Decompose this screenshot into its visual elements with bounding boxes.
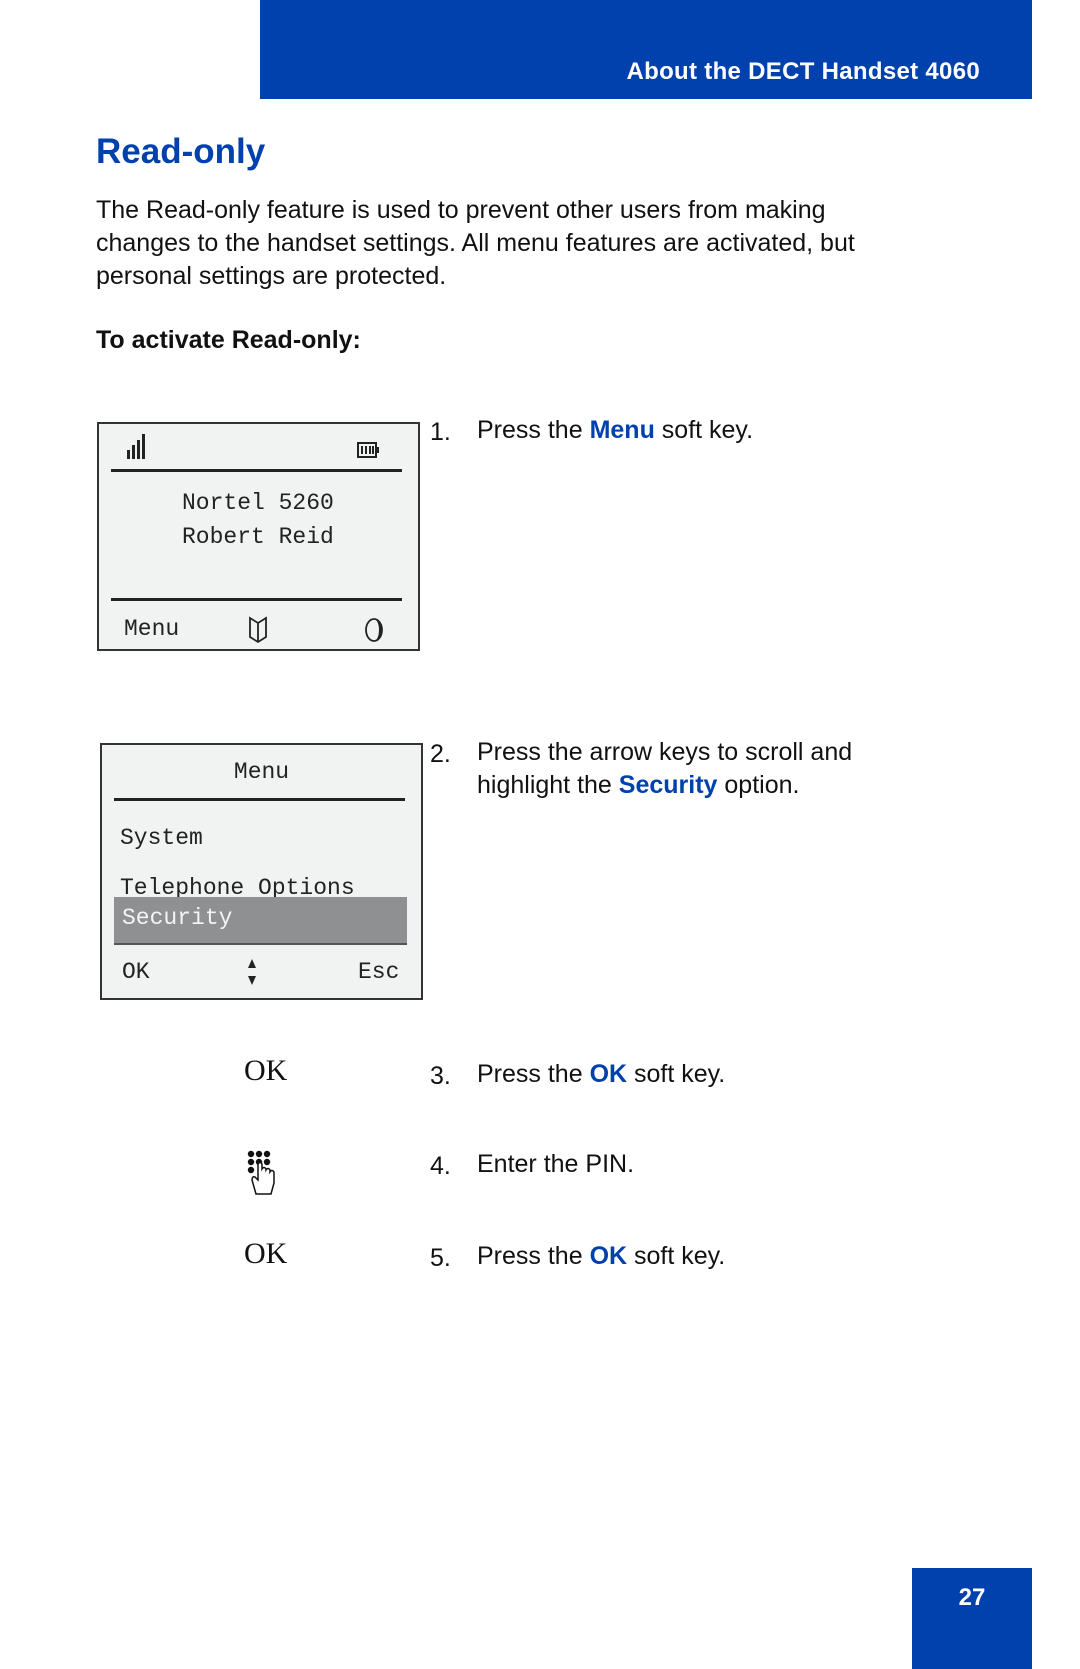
page-number: 27 [958, 1584, 986, 1611]
menu-title: Menu [233, 759, 290, 785]
step-1-number: 1. [430, 418, 451, 446]
step-5-number: 5. [430, 1244, 451, 1272]
step-text-part: soft key. [627, 1060, 726, 1088]
display-line-2: Robert Reid [182, 524, 334, 550]
softkey-reference-menu: Menu [589, 416, 655, 444]
step-3-number: 3. [430, 1062, 451, 1090]
option-reference-security: Security [618, 771, 718, 799]
step-text-part: soft key. [627, 1242, 726, 1270]
step-2-text: Press the arrow keys to scroll and highl… [477, 736, 852, 802]
menu-item-system[interactable]: System [120, 825, 203, 851]
divider [111, 469, 402, 472]
contrast-icon[interactable] [364, 617, 386, 643]
step-2-number: 2. [430, 740, 451, 768]
softkey-reference-ok: OK [589, 1060, 628, 1088]
softkey-reference-ok: OK [589, 1242, 628, 1270]
step-text-part: option. [717, 771, 800, 799]
step-3-text: Press the OK soft key. [477, 1058, 725, 1091]
menu-item-security-selected[interactable]: Security [114, 897, 407, 945]
softkey-menu[interactable]: Menu [124, 616, 179, 642]
step-text-line: Press the arrow keys to scroll and [477, 738, 853, 766]
procedure-heading: To activate Read-only: [96, 326, 361, 354]
intro-line: personal settings are protected. [96, 262, 447, 290]
step-text-part: highlight the [477, 771, 619, 799]
intro-paragraph: The Read-only feature is used to prevent… [96, 194, 956, 293]
handset-menu-screen: Menu System Telephone Options Security O… [100, 743, 423, 1000]
display-line-1: Nortel 5260 [182, 490, 334, 516]
divider [114, 798, 405, 801]
intro-line: changes to the handset settings. All men… [96, 229, 855, 257]
ok-key-glyph: OK [244, 1054, 288, 1087]
up-down-arrow-icon [248, 959, 256, 985]
step-1-text: Press the Menu soft key. [477, 414, 753, 447]
header-band: About the DECT Handset 4060 [260, 0, 1032, 99]
handset-idle-screen: Nortel 5260 Robert Reid Menu [97, 422, 420, 651]
step-text-part: Press the [477, 416, 590, 444]
menu-item-security: Security [122, 905, 233, 931]
softkey-esc[interactable]: Esc [358, 959, 399, 985]
signal-strength-icon [127, 434, 145, 459]
step-4-number: 4. [430, 1152, 451, 1180]
page-number-box: 27 [912, 1568, 1032, 1669]
chapter-title: About the DECT Handset 4060 [626, 58, 980, 85]
battery-icon [357, 442, 379, 458]
divider [111, 598, 402, 601]
step-text-part: Press the [477, 1242, 590, 1270]
phonebook-icon[interactable] [249, 616, 267, 644]
step-text-part: Press the [477, 1060, 590, 1088]
step-text-part: soft key. [654, 416, 754, 444]
intro-line: The Read-only feature is used to prevent… [96, 196, 826, 224]
step-4-text: Enter the PIN. [477, 1150, 635, 1178]
ok-key-glyph: OK [244, 1237, 288, 1270]
keypad-hand-icon [247, 1150, 275, 1195]
step-5-text: Press the OK soft key. [477, 1240, 725, 1273]
softkey-ok[interactable]: OK [122, 959, 150, 985]
section-title: Read-only [96, 132, 266, 171]
